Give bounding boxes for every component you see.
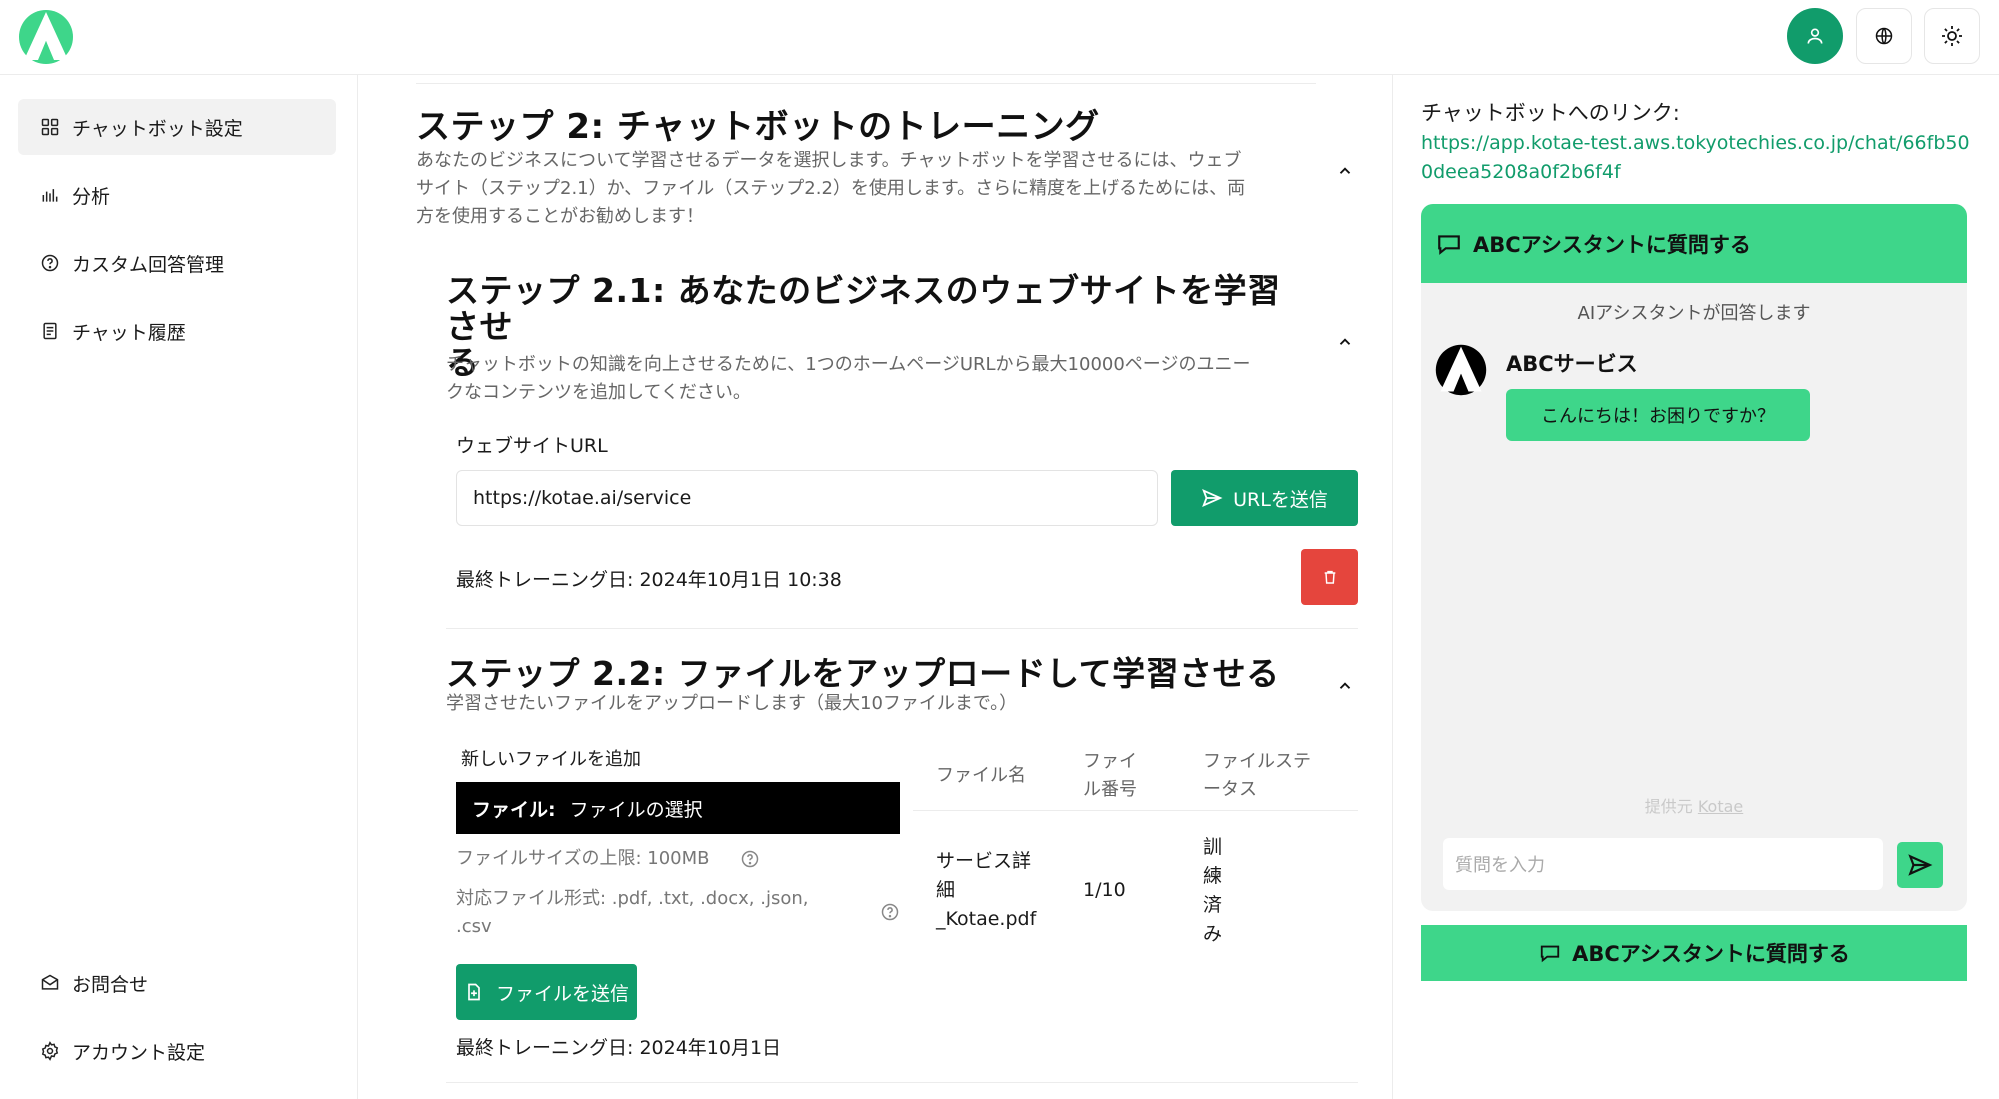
table-cell-file-number: 1/10 bbox=[1083, 879, 1126, 901]
table-cell-status: 訓 練 済 み bbox=[1203, 836, 1223, 945]
sidebar: チャットボット設定 分析 カスタム回答管理 チャット履歴 お問合せ アカウント設… bbox=[0, 75, 358, 1099]
sidebar-item-chatbot-settings[interactable]: チャットボット設定 bbox=[18, 99, 336, 155]
file-size-limit: ファイルサイズの上限: 100MB bbox=[456, 848, 710, 869]
help-circle-icon[interactable] bbox=[740, 849, 760, 869]
user-icon bbox=[1807, 28, 1823, 44]
powered-by-link[interactable]: Kotae bbox=[1698, 797, 1743, 816]
bot-name: ABCサービス bbox=[1506, 352, 1638, 376]
help-circle-icon bbox=[41, 254, 59, 272]
main-content: ステップ 2: チャットボットのトレーニング あなたのビジネスについて学習させる… bbox=[358, 75, 1392, 1099]
ask-assistant-button[interactable]: ABCアシスタントに質問する bbox=[1421, 925, 1967, 981]
preview-panel: チャットボットへのリンク: https://app.kotae-test.aws… bbox=[1392, 75, 1999, 1099]
send-icon bbox=[1908, 854, 1933, 876]
step22-description: 学習させたいファイルをアップロードします（最大10ファイルまで。） bbox=[446, 693, 1018, 714]
chevron-up-icon[interactable] bbox=[1336, 162, 1354, 180]
sidebar-item-contact[interactable]: お問合せ bbox=[18, 955, 336, 1011]
top-header bbox=[0, 0, 1999, 75]
file-plus-icon bbox=[468, 983, 480, 1001]
table-header-filename: ファイル名 bbox=[936, 765, 1026, 786]
bar-chart-icon bbox=[42, 189, 58, 202]
send-url-button[interactable]: URLを送信 bbox=[1171, 470, 1358, 526]
kotae-logo[interactable] bbox=[16, 8, 76, 66]
mail-icon bbox=[41, 974, 59, 990]
divider bbox=[446, 628, 1358, 629]
send-file-button[interactable]: ファイルを送信 bbox=[456, 964, 637, 1020]
send-file-label: ファイルを送信 bbox=[495, 982, 629, 1005]
bot-greeting-bubble: こんにちは！お困りですか？ bbox=[1506, 389, 1810, 441]
sidebar-item-label: お問合せ bbox=[72, 973, 149, 996]
sidebar-item-account-settings[interactable]: アカウント設定 bbox=[18, 1023, 336, 1079]
grid-icon bbox=[41, 118, 59, 136]
chatbot-link-label: チャットボットへのリンク: bbox=[1421, 101, 1680, 125]
supported-formats: 対応ファイル形式: .pdf, .txt, .docx, .json, .csv bbox=[456, 888, 809, 937]
table-header-file-number: ファイ ル番号 bbox=[1083, 751, 1137, 800]
sun-icon bbox=[1942, 26, 1962, 46]
chat-widget-title: ABCアシスタントに質問する bbox=[1473, 232, 1751, 257]
sidebar-item-chat-history[interactable]: チャット履歴 bbox=[18, 303, 336, 359]
chat-widget-header: ABCアシスタントに質問する bbox=[1421, 204, 1967, 283]
sidebar-item-label: 分析 bbox=[72, 185, 111, 208]
chevron-up-icon[interactable] bbox=[1336, 333, 1354, 351]
file-prefix-label: ファイル: bbox=[472, 798, 556, 821]
chat-bubble-icon bbox=[1438, 234, 1460, 255]
question-placeholder: 質問を入力 bbox=[1455, 855, 1545, 876]
sidebar-item-custom-answers[interactable]: カスタム回答管理 bbox=[18, 235, 336, 291]
step2-title: ステップ 2: チャットボットのトレーニング bbox=[416, 107, 1100, 147]
chevron-up-icon[interactable] bbox=[1336, 677, 1354, 695]
sidebar-item-analytics[interactable]: 分析 bbox=[18, 167, 336, 223]
send-url-label: URLを送信 bbox=[1233, 488, 1328, 511]
step22-last-trained: 最終トレーニング日: 2024年10月1日 bbox=[456, 1037, 782, 1059]
sidebar-item-label: チャットボット設定 bbox=[72, 117, 243, 140]
chat-widget-preview: ABCアシスタントに質問する AIアシスタントが回答します ABCサービス こん… bbox=[1421, 204, 1967, 911]
language-button[interactable] bbox=[1856, 8, 1912, 64]
step22-title: ステップ 2.2: ファイルをアップロードして学習させる bbox=[446, 654, 1280, 693]
theme-toggle-button[interactable] bbox=[1924, 8, 1980, 64]
website-url-label: ウェブサイトURL bbox=[456, 435, 608, 457]
document-icon bbox=[43, 322, 57, 340]
sidebar-item-label: カスタム回答管理 bbox=[72, 253, 225, 276]
bot-avatar bbox=[1435, 344, 1487, 396]
website-url-input[interactable]: https://kotae.ai/service bbox=[456, 470, 1158, 526]
step21-description: チャットボットの知識を向上させるために、1つのホームページURLから最大1000… bbox=[446, 354, 1251, 403]
help-circle-icon[interactable] bbox=[880, 902, 900, 922]
question-input[interactable]: 質問を入力 bbox=[1443, 838, 1883, 890]
table-header-file-status: ファイルステ ータス bbox=[1203, 751, 1311, 800]
divider bbox=[416, 83, 1316, 84]
assistant-note: AIアシスタントが回答します bbox=[1577, 303, 1811, 324]
ask-assistant-label: ABCアシスタントに質問する bbox=[1572, 942, 1850, 966]
add-file-label: 新しいファイルを追加 bbox=[461, 749, 641, 770]
chatbot-link[interactable]: https://app.kotae-test.aws.tokyotechies.… bbox=[1421, 129, 1981, 187]
send-question-button[interactable] bbox=[1897, 842, 1943, 888]
file-choose-label: ファイルの選択 bbox=[569, 798, 703, 821]
table-cell-filename: サービス詳 細 _Kotae.pdf bbox=[936, 850, 1037, 930]
sidebar-item-label: アカウント設定 bbox=[72, 1041, 206, 1064]
step21-last-trained: 最終トレーニング日: 2024年10月1日 10:38 bbox=[456, 569, 842, 591]
send-icon bbox=[1202, 488, 1223, 508]
table-header-divider bbox=[913, 810, 1358, 811]
divider bbox=[446, 1082, 1358, 1083]
file-chooser-input[interactable]: ファイル: ファイルの選択 bbox=[456, 782, 900, 834]
globe-icon bbox=[1875, 27, 1893, 45]
website-url-value: https://kotae.ai/service bbox=[473, 487, 692, 509]
sidebar-item-label: チャット履歴 bbox=[72, 321, 186, 344]
delete-url-button[interactable] bbox=[1301, 549, 1358, 605]
gear-icon bbox=[41, 1041, 59, 1061]
trash-icon bbox=[1324, 570, 1335, 584]
user-button[interactable] bbox=[1787, 8, 1843, 64]
powered-by: 提供元 Kotae bbox=[1644, 797, 1744, 816]
step2-description: あなたのビジネスについて学習させるデータを選択します。チャットボットを学習させる… bbox=[416, 150, 1246, 227]
chat-bubble-icon bbox=[1540, 945, 1560, 963]
